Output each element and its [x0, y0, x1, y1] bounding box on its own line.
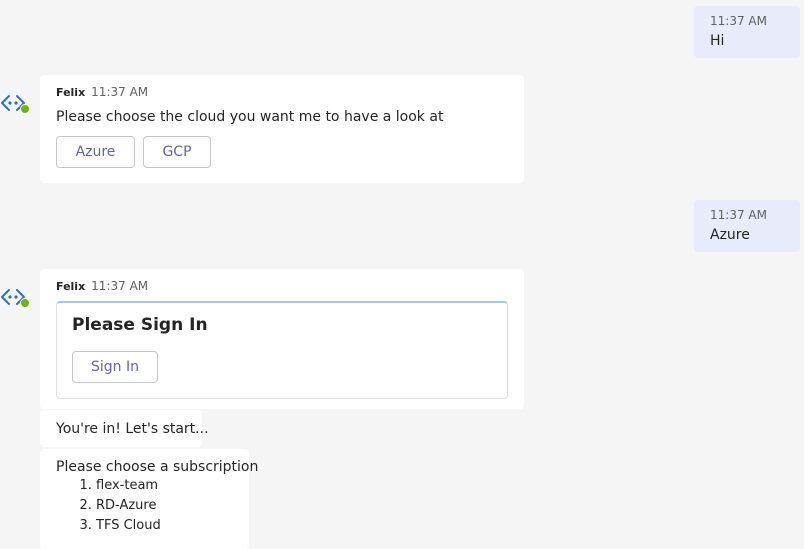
- message-timestamp: 11:37 AM: [710, 208, 767, 222]
- subscription-item: flex-team: [96, 476, 161, 496]
- message-timestamp: 11:37 AM: [91, 85, 149, 99]
- user-message-hi: 11:37 AM Hi: [694, 6, 800, 58]
- gcp-button[interactable]: GCP: [143, 136, 211, 168]
- bot-avatar: [0, 284, 32, 316]
- sender-name: Felix: [56, 86, 86, 99]
- message-timestamp: 11:37 AM: [91, 279, 149, 293]
- bot-message-youre-in: You're in! Let's start...: [40, 410, 209, 447]
- bot-message-choose-subscription: Please choose a subscription flex-team R…: [40, 449, 258, 549]
- message-header: Felix 11:37 AM: [56, 85, 148, 100]
- subscription-list: flex-team RD-Azure TFS Cloud: [56, 476, 161, 536]
- chat-thread: 11:37 AM Hi Felix 11:37 AM Please choose …: [0, 0, 804, 549]
- sender-name: Felix: [56, 280, 86, 293]
- azure-button[interactable]: Azure: [56, 136, 135, 168]
- sign-in-card: Please Sign In Sign In: [56, 301, 508, 399]
- subscription-item: TFS Cloud: [96, 516, 161, 536]
- message-text: Please choose the cloud you want me to h…: [56, 109, 444, 125]
- message-header: Felix 11:37 AM: [56, 279, 148, 294]
- sign-in-button[interactable]: Sign In: [72, 351, 158, 383]
- message-text: Hi: [710, 33, 725, 49]
- message-text: You're in! Let's start...: [56, 421, 209, 437]
- message-timestamp: 11:37 AM: [710, 14, 767, 28]
- bot-message-choose-cloud: Felix 11:37 AM Please choose the cloud yo…: [40, 75, 524, 183]
- message-text: Azure: [710, 227, 750, 243]
- bot-avatar: [0, 90, 32, 122]
- presence-available-icon: [20, 298, 30, 308]
- bot-message-sign-in: Felix 11:37 AM Please Sign In Sign In: [40, 269, 524, 409]
- presence-available-icon: [20, 104, 30, 114]
- message-text: Please choose a subscription: [56, 459, 259, 475]
- card-title: Please Sign In: [72, 315, 208, 335]
- user-message-azure: 11:37 AM Azure: [694, 200, 800, 252]
- subscription-item: RD-Azure: [96, 496, 161, 516]
